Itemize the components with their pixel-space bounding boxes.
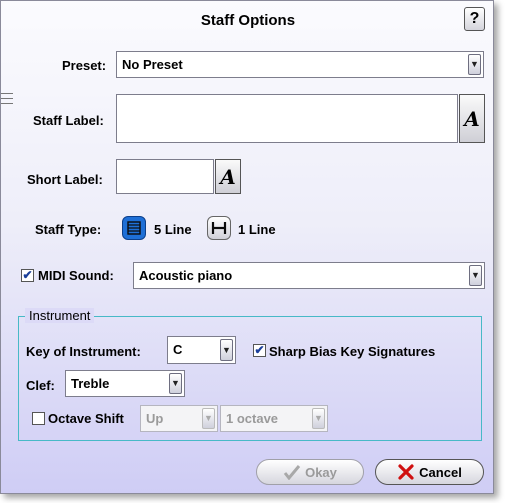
- checkmark-icon: [283, 465, 301, 480]
- staff-options-dialog: Staff Options ? Preset: No Preset ▼ Staf…: [0, 0, 494, 494]
- staff-type-1-line-button[interactable]: [207, 216, 231, 240]
- edge-line: [1, 98, 13, 99]
- staff-type-5-line-label[interactable]: 5 Line: [154, 222, 192, 237]
- staff-label-label: Staff Label:: [33, 113, 104, 128]
- edge-line: [1, 93, 13, 94]
- octave-shift-label: Octave Shift: [48, 411, 124, 426]
- okay-button[interactable]: Okay: [256, 459, 364, 485]
- staff-type-5-line-button[interactable]: [122, 216, 146, 240]
- preset-value: No Preset: [122, 57, 183, 72]
- octave-shift-checkbox[interactable]: [32, 412, 45, 425]
- font-a-icon: A: [464, 106, 480, 131]
- chevron-down-icon: ▼: [169, 373, 182, 394]
- staff-label-font-button[interactable]: A: [459, 94, 485, 143]
- five-line-staff-icon: [127, 221, 141, 235]
- instrument-group-label: Instrument: [25, 308, 95, 323]
- midi-sound-select[interactable]: Acoustic piano ▼: [133, 262, 485, 289]
- chevron-down-icon: ▼: [202, 408, 215, 429]
- sharp-bias-checkbox[interactable]: ✔: [253, 344, 266, 357]
- sharp-bias-label: Sharp Bias Key Signatures: [269, 344, 436, 359]
- chevron-down-icon: ▼: [469, 265, 482, 286]
- clef-value: Treble: [71, 376, 110, 391]
- dialog-title: Staff Options: [200, 12, 296, 29]
- chevron-down-icon: ▼: [220, 339, 233, 361]
- cancel-button[interactable]: Cancel: [375, 459, 484, 485]
- staff-label-input[interactable]: [116, 94, 458, 143]
- font-a-icon: A: [220, 164, 236, 189]
- chevron-down-icon: ▼: [312, 408, 325, 429]
- midi-sound-value: Acoustic piano: [139, 268, 233, 283]
- close-icon: [398, 464, 414, 480]
- octave-direction-select[interactable]: Up ▼: [140, 405, 218, 432]
- midi-sound-checkbox[interactable]: ✔: [21, 269, 34, 282]
- key-of-instrument-label: Key of Instrument:: [26, 344, 141, 359]
- one-line-staff-icon: [211, 222, 227, 234]
- clef-label: Clef:: [26, 378, 55, 393]
- octave-amount-select[interactable]: 1 octave ▼: [220, 405, 328, 432]
- edge-line: [1, 103, 13, 104]
- key-of-instrument-select[interactable]: C ▼: [167, 336, 236, 364]
- octave-direction-value: Up: [146, 411, 164, 426]
- octave-amount-value: 1 octave: [226, 411, 279, 426]
- preset-select[interactable]: No Preset ▼: [116, 51, 484, 78]
- preset-label: Preset:: [62, 58, 107, 73]
- help-button[interactable]: ?: [464, 7, 485, 31]
- okay-button-label: Okay: [305, 464, 337, 480]
- key-of-instrument-value: C: [173, 342, 183, 357]
- short-label-font-button[interactable]: A: [215, 159, 241, 194]
- staff-type-label: Staff Type:: [35, 222, 102, 237]
- chevron-down-icon: ▼: [468, 54, 481, 75]
- short-label-label: Short Label:: [27, 172, 103, 187]
- cancel-button-label: Cancel: [419, 464, 462, 480]
- clef-select[interactable]: Treble ▼: [65, 370, 185, 397]
- staff-type-1-line-label[interactable]: 1 Line: [238, 222, 276, 237]
- midi-sound-label: MIDI Sound:: [38, 268, 114, 283]
- short-label-input[interactable]: [116, 159, 214, 194]
